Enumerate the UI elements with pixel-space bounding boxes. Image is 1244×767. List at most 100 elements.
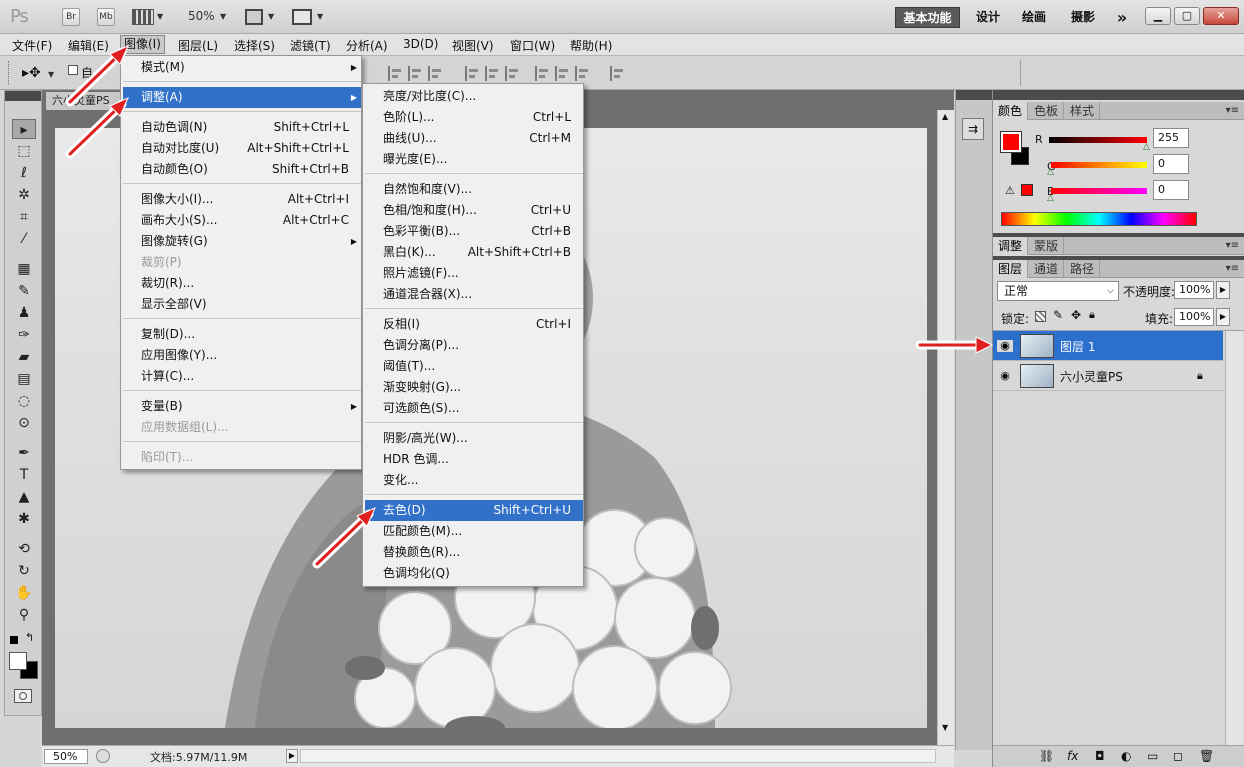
hand-tool-icon[interactable]: ✋ — [12, 583, 36, 603]
chevron-down-icon[interactable]: ▼ — [220, 12, 226, 21]
panel-menu-icon[interactable]: ▾≡ — [1226, 240, 1239, 251]
menu-item-color-balance[interactable]: 色彩平衡(B)... Ctrl+B — [365, 221, 583, 242]
menu-item-black-white[interactable]: 黑白(K)... Alt+Shift+Ctrl+B — [365, 242, 583, 263]
blur-tool-icon[interactable]: ◌ — [12, 391, 36, 411]
eyedropper-tool-icon[interactable]: ⁄ — [12, 229, 36, 249]
layer-row[interactable]: ◉ 六小灵童PS 🔒︎ — [993, 361, 1223, 391]
menu-item-apply-image[interactable]: 应用图像(Y)... — [123, 345, 361, 366]
layers-scrollbar[interactable] — [1225, 331, 1243, 746]
panel-menu-icon[interactable]: ▾≡ — [1226, 105, 1239, 116]
tab-masks[interactable]: 蒙版 — [1029, 237, 1065, 255]
dodge-tool-icon[interactable]: ⊙ — [12, 413, 36, 433]
magic-wand-tool-icon[interactable]: ✲ — [12, 185, 36, 205]
healing-brush-tool-icon[interactable]: ▦ — [12, 259, 36, 279]
swap-colors-icon[interactable]: ↰ — [25, 631, 34, 644]
menu-item-adjustments[interactable]: 调整(A) ▶ — [123, 87, 361, 108]
g-slider-thumb[interactable]: △ — [1047, 167, 1054, 177]
r-slider[interactable] — [1049, 137, 1147, 143]
doc-preview-icon[interactable] — [96, 749, 110, 763]
align-vcenter-icon[interactable] — [408, 66, 424, 81]
pen-tool-icon[interactable]: ✒ — [12, 443, 36, 463]
menu-item-selective-color[interactable]: 可选颜色(S)... — [365, 398, 583, 419]
tab-channels[interactable]: 通道 — [1029, 260, 1065, 278]
menu-item-auto-color[interactable]: 自动颜色(O) Shift+Ctrl+B — [123, 159, 361, 180]
menu-item-variables[interactable]: 变量(B) ▶ — [123, 396, 361, 417]
distribute-vcenter-icon[interactable] — [485, 66, 501, 81]
brush-tool-icon[interactable]: ✎ — [12, 281, 36, 301]
menu-help[interactable]: 帮助(H) — [570, 37, 612, 54]
menu-item-auto-contrast[interactable]: 自动对比度(U) Alt+Shift+Ctrl+L — [123, 138, 361, 159]
auto-align-icon[interactable] — [610, 66, 626, 81]
lock-pixels-icon[interactable]: ✎ — [1053, 308, 1063, 322]
menu-layer[interactable]: 图层(L) — [178, 37, 218, 54]
gamut-warning-icon[interactable]: ⚠ — [1005, 184, 1015, 197]
tab-layers[interactable]: 图层 — [993, 260, 1029, 278]
blend-mode-select[interactable]: 正常 ⌵ — [997, 281, 1119, 301]
menu-item-reveal-all[interactable]: 显示全部(V) — [123, 294, 361, 315]
menu-item-match-color[interactable]: 匹配颜色(M)... — [365, 521, 583, 542]
menu-select[interactable]: 选择(S) — [234, 37, 275, 54]
marquee-tool-icon[interactable]: ⬚ — [12, 141, 36, 161]
workspace-painting[interactable]: 绘画 — [1018, 7, 1050, 28]
visibility-eye-icon[interactable]: ◉ — [997, 340, 1013, 352]
menu-item-equalize[interactable]: 色调均化(Q) — [365, 563, 583, 584]
workspace-design[interactable]: 设计 — [972, 7, 1004, 28]
type-tool-icon[interactable]: T — [12, 465, 36, 485]
chevron-down-icon[interactable]: ▼ — [157, 12, 163, 21]
default-colors-icon[interactable] — [10, 636, 18, 644]
fill-input[interactable]: 100% — [1174, 308, 1214, 326]
foreground-color-swatch[interactable] — [1000, 131, 1022, 153]
b-slider-thumb[interactable]: △ — [1047, 193, 1054, 203]
scroll-up-icon[interactable]: ▲ — [942, 112, 948, 121]
menu-item-vibrance[interactable]: 自然饱和度(V)... — [365, 179, 583, 200]
more-workspaces-button[interactable]: » — [1111, 7, 1133, 28]
menu-item-exposure[interactable]: 曝光度(E)... — [365, 149, 583, 170]
clone-stamp-tool-icon[interactable]: ♟ — [12, 303, 36, 323]
menu-filter[interactable]: 滤镜(T) — [290, 37, 331, 54]
distribute-hcenter-icon[interactable] — [555, 66, 571, 81]
menu-window[interactable]: 窗口(W) — [510, 37, 555, 54]
menu-item-brightness-contrast[interactable]: 亮度/对比度(C)... — [365, 86, 583, 107]
b-value-input[interactable]: 0 — [1153, 180, 1189, 200]
foreground-color-swatch[interactable] — [9, 652, 27, 670]
panel-group-header[interactable] — [993, 90, 1244, 100]
lock-transparency-icon[interactable] — [1035, 311, 1046, 322]
tab-swatches[interactable]: 色板 — [1029, 102, 1065, 120]
menu-item-posterize[interactable]: 色调分离(P)... — [365, 335, 583, 356]
menu-item-gradient-map[interactable]: 渐变映射(G)... — [365, 377, 583, 398]
vertical-scrollbar[interactable]: ▲ ▼ — [937, 110, 954, 750]
menu-item-calculations[interactable]: 计算(C)... — [123, 366, 361, 387]
gradient-tool-icon[interactable]: ▤ — [12, 369, 36, 389]
zoom-input[interactable]: 50% — [44, 749, 88, 764]
menu-item-invert[interactable]: 反相(I) Ctrl+I — [365, 314, 583, 335]
menu-item-desaturate[interactable]: 去色(D) Shift+Ctrl+U — [365, 500, 583, 521]
menu-item-image-rotation[interactable]: 图像旋转(G) ▶ — [123, 231, 361, 252]
chevron-down-icon[interactable]: ▼ — [268, 12, 274, 21]
tools-panel-header[interactable] — [5, 91, 41, 101]
lock-position-icon[interactable]: ✥ — [1071, 308, 1081, 322]
new-group-icon[interactable]: ▭ — [1147, 749, 1158, 763]
move-tool-icon[interactable]: ▸ — [12, 119, 36, 139]
view-extras-icon[interactable] — [132, 9, 154, 25]
color-spectrum-bar[interactable] — [1001, 212, 1197, 226]
zoom-level-dropdown[interactable]: 50% — [188, 9, 215, 23]
opacity-slider-button[interactable]: ▶ — [1216, 281, 1230, 299]
tab-styles[interactable]: 样式 — [1065, 102, 1101, 120]
tab-color[interactable]: 颜色 — [993, 102, 1029, 120]
scroll-down-icon[interactable]: ▼ — [942, 723, 948, 732]
fill-slider-button[interactable]: ▶ — [1216, 308, 1230, 326]
g-slider[interactable] — [1051, 162, 1147, 168]
layer-row[interactable]: ◉ 图层 1 — [993, 331, 1223, 361]
distribute-bottom-icon[interactable] — [505, 66, 521, 81]
menu-item-photo-filter[interactable]: 照片滤镜(F)... — [365, 263, 583, 284]
g-value-input[interactable]: 0 — [1153, 154, 1189, 174]
quick-mask-icon[interactable] — [14, 689, 32, 703]
history-panel-icon[interactable]: ⇉ — [962, 118, 984, 140]
tab-adjustments[interactable]: 调整 — [993, 237, 1029, 255]
move-tool-icon[interactable]: ▸✥ — [22, 65, 41, 81]
minimize-button[interactable]: ▁ — [1145, 7, 1171, 25]
add-mask-icon[interactable]: ◘ — [1095, 749, 1105, 763]
path-selection-tool-icon[interactable]: ▲ — [12, 487, 36, 507]
horizontal-scrollbar[interactable] — [300, 749, 936, 763]
distribute-top-icon[interactable] — [465, 66, 481, 81]
